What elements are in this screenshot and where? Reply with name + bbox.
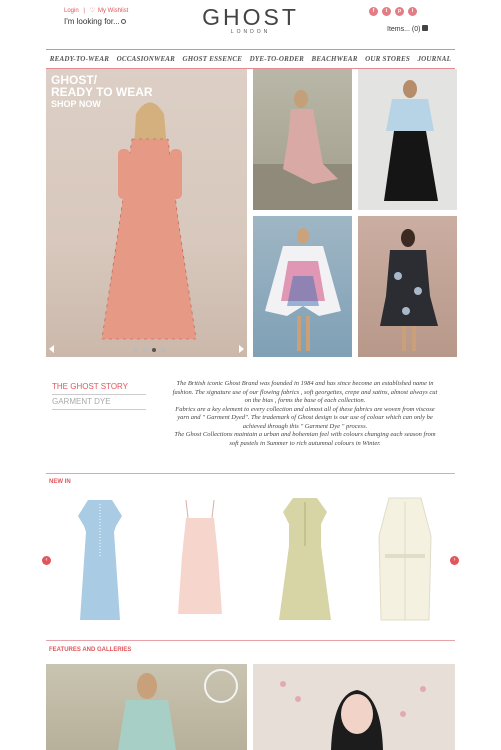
story-tabs: THE GHOST STORY GARMENT DYE — [52, 380, 146, 410]
carousel-dot[interactable] — [143, 348, 147, 352]
tile-image — [384, 80, 438, 201]
new-in-title: NEW IN — [49, 479, 71, 485]
twitter-icon[interactable]: t — [382, 7, 391, 16]
tile-blue-top-black-skirt[interactable] — [358, 69, 457, 210]
section-divider — [46, 473, 455, 474]
carousel-dot-active[interactable] — [152, 348, 156, 352]
tile-pink-satin-dress[interactable] — [253, 69, 352, 210]
social-links: f t p i — [369, 7, 417, 16]
instagram-icon[interactable]: i — [408, 7, 417, 16]
story-paragraph: Fabrics are a key element to every colle… — [175, 405, 435, 430]
nav-ghost-essence[interactable]: GHOST ESSENCE — [183, 55, 243, 63]
new-in-next-icon[interactable]: › — [450, 556, 459, 565]
carousel-dots — [134, 348, 165, 352]
product-sage-dress[interactable] — [265, 496, 345, 624]
feature-gallery-2[interactable] — [253, 664, 455, 750]
feature-image — [118, 669, 238, 750]
nav-occasionwear[interactable]: OCCASIONWEAR — [117, 55, 175, 63]
tab-ghost-story[interactable]: THE GHOST STORY — [52, 380, 146, 395]
site-header: Login | ♡ My Wishlist I'm looking for... … — [0, 0, 501, 48]
tile-image — [265, 228, 341, 351]
feature-gallery-1[interactable] — [46, 664, 247, 750]
product-pink-cami[interactable] — [160, 496, 240, 624]
tile-tie-dye-kaftan[interactable] — [253, 216, 352, 357]
carousel-dot[interactable] — [161, 348, 165, 352]
section-divider — [46, 640, 455, 641]
feature-image — [280, 681, 426, 750]
product-cream-coat[interactable] — [365, 496, 445, 624]
hero-headline: GHOST/ READY TO WEAR SHOP NOW — [51, 74, 153, 110]
hero-line-2: READY TO WEAR — [51, 85, 153, 99]
main-nav: READY-TO-WEAR OCCASIONWEAR GHOST ESSENCE… — [46, 49, 455, 69]
shopping-bag-icon — [422, 25, 429, 31]
product-image — [78, 500, 122, 620]
pinterest-icon[interactable]: p — [395, 7, 404, 16]
tile-image — [253, 90, 352, 210]
nav-ready-to-wear[interactable]: READY-TO-WEAR — [50, 55, 109, 63]
facebook-icon[interactable]: f — [369, 7, 378, 16]
carousel-dot[interactable] — [134, 348, 138, 352]
carousel-next-icon[interactable] — [239, 345, 244, 353]
nav-our-stores[interactable]: OUR STORES — [365, 55, 410, 63]
story-text: The British iconic Ghost Brand was found… — [170, 380, 440, 448]
product-image — [178, 499, 222, 614]
product-blue-dress[interactable] — [60, 496, 140, 624]
cart-count: Items... (0) — [387, 26, 421, 33]
features-title: FEATURES AND GALLERIES — [49, 647, 132, 653]
hero-model-image — [101, 102, 197, 340]
cart-link[interactable]: Items... (0) — [387, 25, 429, 33]
shop-now-link[interactable]: SHOP NOW — [51, 98, 153, 110]
story-paragraph: The Ghost Collections maintain a urban a… — [174, 431, 436, 447]
new-in-prev-icon[interactable]: ‹ — [42, 556, 51, 565]
tab-garment-dye[interactable]: GARMENT DYE — [52, 395, 146, 410]
story-paragraph: The British iconic Ghost Brand was found… — [172, 380, 438, 404]
carousel-prev-icon[interactable] — [49, 345, 54, 353]
nav-dye-to-order[interactable]: DYE-TO-ORDER — [250, 55, 304, 63]
tile-image — [380, 229, 438, 351]
product-image — [279, 498, 331, 620]
nav-journal[interactable]: JOURNAL — [417, 55, 451, 63]
product-image — [378, 497, 432, 621]
nav-beachwear[interactable]: BEACHWEAR — [311, 55, 357, 63]
hero-banner[interactable]: GHOST/ READY TO WEAR SHOP NOW — [46, 69, 247, 357]
tile-floral-black-dress[interactable] — [358, 216, 457, 357]
